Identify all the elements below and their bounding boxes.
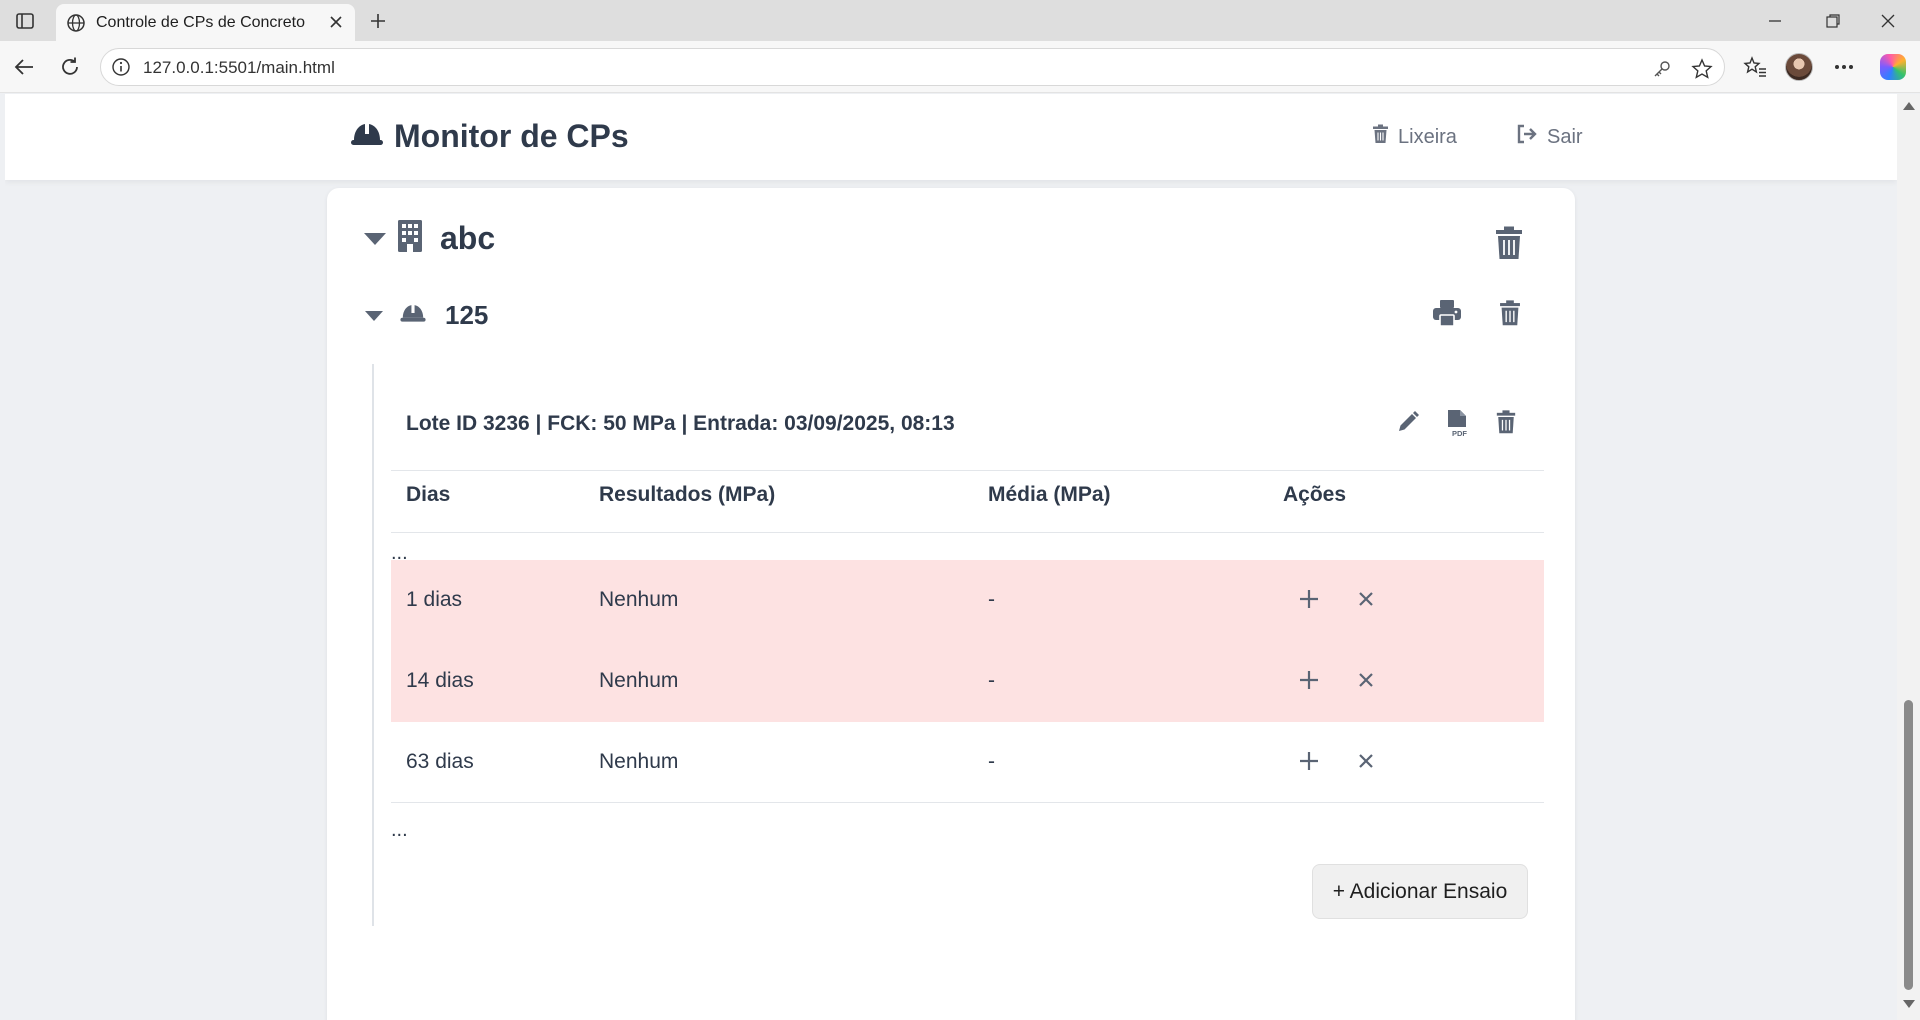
remove-row-icon[interactable] bbox=[1353, 748, 1379, 774]
copilot-icon[interactable] bbox=[1877, 52, 1909, 82]
address-bar: 127.0.0.1:5501/main.html bbox=[0, 41, 1920, 93]
remove-row-icon[interactable] bbox=[1353, 586, 1379, 612]
building-icon bbox=[398, 220, 422, 257]
cell-resultados: Nenhum bbox=[599, 669, 679, 692]
cell-media: - bbox=[988, 669, 995, 692]
hard-hat-icon bbox=[350, 120, 384, 153]
new-tab-icon[interactable] bbox=[364, 7, 392, 35]
more-options-icon[interactable] bbox=[1828, 52, 1860, 82]
table-row: 63 dias Nenhum - bbox=[391, 722, 1544, 803]
add-result-icon[interactable] bbox=[1296, 748, 1322, 774]
page-scrollbar[interactable] bbox=[1897, 94, 1920, 1020]
lote-section: Lote ID 3236 | FCK: 50 MPa | Entrada: 03… bbox=[372, 364, 1544, 926]
cp-name: 125 bbox=[445, 300, 489, 330]
trash-icon bbox=[1372, 124, 1389, 150]
page-title: Monitor de CPs bbox=[394, 118, 629, 154]
cell-media: - bbox=[988, 588, 995, 611]
svg-text:PDF: PDF bbox=[1452, 429, 1467, 438]
cell-dias: 63 dias bbox=[406, 750, 474, 773]
browser-tab[interactable]: Controle de CPs de Concreto bbox=[56, 4, 355, 41]
cell-dias: 1 dias bbox=[406, 588, 463, 611]
logout-label: Sair bbox=[1547, 125, 1583, 148]
column-header-dias: Dias bbox=[406, 483, 451, 506]
column-header-resultados: Resultados (MPa) bbox=[599, 483, 776, 506]
minimize-icon[interactable] bbox=[1755, 8, 1795, 34]
scroll-up-arrow-icon[interactable] bbox=[1903, 102, 1915, 110]
restore-icon[interactable] bbox=[1813, 8, 1853, 34]
add-ensaio-button[interactable]: + Adicionar Ensaio bbox=[1312, 864, 1528, 919]
brand[interactable]: Monitor de CPs bbox=[350, 118, 629, 155]
column-header-media: Média (MPa) bbox=[988, 483, 1111, 506]
tab-actions-icon[interactable] bbox=[9, 8, 41, 34]
browser-tab-bar: Controle de CPs de Concreto bbox=[0, 0, 1920, 41]
print-icon[interactable] bbox=[1433, 300, 1461, 331]
tab-title: Controle de CPs de Concreto bbox=[96, 14, 305, 31]
profile-avatar[interactable] bbox=[1783, 52, 1815, 82]
file-pdf-icon[interactable]: PDF bbox=[1446, 410, 1470, 443]
close-tab-icon[interactable] bbox=[329, 15, 343, 34]
url-field[interactable]: 127.0.0.1:5501/main.html bbox=[100, 48, 1725, 86]
obra-toggle[interactable]: abc bbox=[364, 220, 495, 257]
logout-link[interactable]: Sair bbox=[1516, 124, 1583, 150]
remove-row-icon[interactable] bbox=[1353, 667, 1379, 693]
hard-hat-icon bbox=[399, 302, 427, 329]
lote-actions: PDF bbox=[1396, 410, 1516, 443]
back-icon[interactable] bbox=[9, 52, 39, 82]
url-text: 127.0.0.1:5501/main.html bbox=[143, 58, 335, 77]
cell-resultados: Nenhum bbox=[599, 588, 679, 611]
sign-out-icon bbox=[1516, 124, 1538, 150]
app-header: Monitor de CPs Lixeira Sair bbox=[5, 94, 1897, 180]
table-row: 14 dias Nenhum - bbox=[391, 641, 1544, 722]
divider bbox=[391, 532, 1544, 533]
add-result-icon[interactable] bbox=[1296, 586, 1322, 612]
cell-resultados: Nenhum bbox=[599, 750, 679, 773]
favorites-icon[interactable] bbox=[1739, 52, 1771, 82]
page-viewport: Monitor de CPs Lixeira Sair abc 125 Lote… bbox=[5, 94, 1897, 1020]
table-row: 1 dias Nenhum - bbox=[391, 560, 1544, 641]
delete-obra-icon[interactable] bbox=[1495, 226, 1523, 265]
delete-cp-icon[interactable] bbox=[1499, 300, 1521, 331]
obra-card: abc 125 Lote ID 3236 | FCK: 50 MPa | Ent… bbox=[327, 188, 1575, 1020]
close-window-icon[interactable] bbox=[1868, 8, 1908, 34]
delete-lote-icon[interactable] bbox=[1496, 410, 1516, 443]
password-key-icon[interactable] bbox=[1651, 58, 1673, 80]
caret-down-icon[interactable] bbox=[364, 232, 386, 245]
favorite-star-icon[interactable] bbox=[1691, 58, 1713, 80]
trash-link[interactable]: Lixeira bbox=[1372, 124, 1457, 150]
trash-label: Lixeira bbox=[1398, 125, 1457, 148]
column-header-acoes: Ações bbox=[1283, 483, 1347, 506]
site-info-icon[interactable] bbox=[111, 57, 131, 82]
cp-toggle[interactable]: 125 bbox=[365, 300, 488, 331]
obra-name: abc bbox=[440, 220, 496, 256]
divider bbox=[391, 470, 1544, 471]
scroll-down-arrow-icon[interactable] bbox=[1903, 1000, 1915, 1008]
caret-down-icon[interactable] bbox=[365, 310, 383, 321]
cell-media: - bbox=[988, 750, 995, 773]
cell-dias: 14 dias bbox=[406, 669, 474, 692]
globe-icon bbox=[66, 13, 86, 38]
reload-icon[interactable] bbox=[55, 52, 85, 82]
lote-title: Lote ID 3236 | FCK: 50 MPa | Entrada: 03… bbox=[406, 412, 955, 435]
scrollbar-thumb[interactable] bbox=[1904, 700, 1913, 990]
ellipsis-bottom: ... bbox=[391, 819, 408, 841]
edit-pencil-icon[interactable] bbox=[1396, 410, 1420, 443]
add-result-icon[interactable] bbox=[1296, 667, 1322, 693]
